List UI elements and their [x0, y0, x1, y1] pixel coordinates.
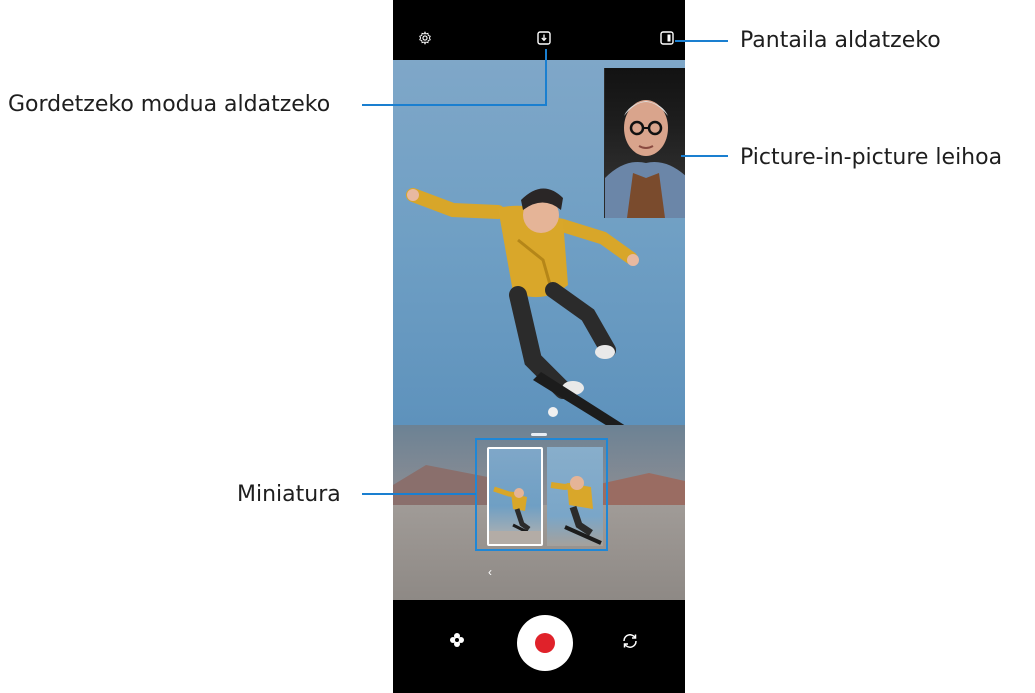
screen-split-icon[interactable] — [660, 31, 674, 45]
record-button[interactable] — [517, 615, 573, 671]
callout-line-save-mode — [545, 49, 547, 105]
callout-label-save-mode: Gordetzeko modua aldatzeko — [8, 92, 331, 117]
callout-label-switch-screen: Pantaila aldatzeko — [740, 28, 941, 53]
callout-line-thumbnail — [362, 493, 476, 495]
camera-bottom-bar — [393, 600, 685, 693]
thumbnail-image — [550, 476, 602, 545]
callout-line-save-mode — [362, 104, 547, 106]
thumbnail-tray: ‹ — [393, 425, 685, 600]
gear-icon[interactable] — [417, 30, 433, 46]
pip-portrait — [605, 100, 685, 218]
flower-icon[interactable] — [449, 632, 465, 648]
download-box-icon[interactable] — [537, 31, 551, 45]
callout-label-pip-window: Picture-in-picture leihoa — [740, 145, 1003, 170]
rotate-camera-icon[interactable] — [621, 632, 639, 650]
thumbnail-highlight — [475, 438, 608, 551]
callout-label-thumbnail: Miniatura — [237, 482, 341, 507]
callout-line-screen — [675, 40, 728, 42]
tray-drag-handle[interactable] — [531, 433, 547, 436]
chevron-left-icon[interactable]: ‹ — [488, 565, 492, 579]
record-icon — [535, 633, 555, 653]
camera-top-bar — [393, 0, 685, 60]
callout-line-pip — [681, 155, 728, 157]
picture-in-picture-window[interactable] — [604, 68, 685, 218]
thumbnail-wide[interactable] — [487, 447, 543, 546]
thumbnail-image — [489, 486, 541, 544]
thumbnail-close-up[interactable] — [547, 447, 603, 546]
